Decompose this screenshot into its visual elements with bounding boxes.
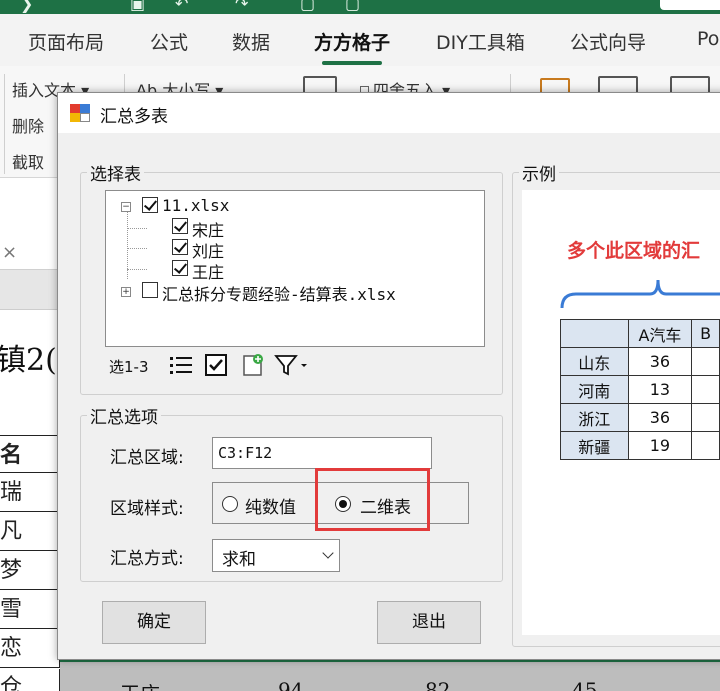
name-box[interactable]: × [0, 240, 60, 270]
add-file-icon[interactable] [240, 352, 266, 378]
range-label: 汇总区域: [110, 448, 184, 468]
quick-access-icon[interactable]: ▢ [300, 0, 315, 13]
sheet-cell[interactable]: 94 [278, 678, 303, 691]
tab-formulas[interactable]: 公式 [150, 28, 188, 55]
sheet-tree[interactable]: − 11.xlsx 宋庄 刘庄 王庄 + 汇总拆分专题经验-结算表.xlsx [105, 190, 485, 347]
search-box[interactable] [660, 0, 720, 10]
sheet-cell[interactable]: 凡 [0, 513, 60, 551]
example-cell [691, 375, 720, 404]
undo-icon[interactable]: ↶ [175, 0, 188, 13]
tab-data[interactable]: 数据 [232, 28, 270, 55]
example-cell: 36 [627, 403, 693, 432]
example-header-cell: A汽车 [627, 319, 693, 348]
chevron-down-icon [322, 547, 334, 559]
list-icon[interactable] [168, 354, 194, 376]
extract-button[interactable]: 截取 [12, 149, 44, 173]
ok-button[interactable]: 确定 [102, 601, 206, 644]
tab-power[interactable]: Po [697, 28, 719, 50]
example-header-cell [560, 319, 629, 348]
example-row-header: 河南 [560, 375, 629, 404]
tab-diy-toolbox[interactable]: DIY工具箱 [436, 28, 525, 55]
tree-item-workbook[interactable]: 汇总拆分专题经验-结算表.xlsx [162, 281, 396, 305]
example-cell [691, 347, 720, 376]
example-cell: 19 [627, 431, 693, 460]
tree-checkbox[interactable] [142, 282, 158, 298]
select-sheets-label: 选择表 [87, 160, 144, 185]
active-tab-indicator [322, 61, 382, 65]
radio-plain-values[interactable] [222, 496, 238, 512]
tab-page-layout[interactable]: 页面布局 [28, 28, 104, 55]
method-select-value: 求和 [222, 550, 256, 570]
example-row-header: 浙江 [560, 403, 629, 432]
sheet-cell[interactable]: 仓 [0, 669, 60, 691]
ribbon-separator [4, 74, 5, 174]
example-cell [691, 403, 720, 432]
delete-button[interactable]: 删除 [12, 113, 44, 137]
sheet-cell[interactable]: 82 [425, 678, 450, 691]
sheet-cell[interactable]: 王庄 [120, 678, 160, 691]
sheet-cell[interactable]: 名 [0, 435, 60, 473]
example-cell: 13 [627, 375, 693, 404]
example-row-header: 新疆 [560, 431, 629, 460]
filter-dropdown-icon[interactable] [274, 353, 314, 377]
tree-checkbox[interactable] [172, 218, 188, 234]
tree-toolbar: 选1-3 [106, 348, 484, 382]
exit-button[interactable]: 退出 [377, 601, 481, 644]
selected-row[interactable]: 王庄 94 82 45 [60, 660, 720, 691]
sheet-cell[interactable]: 梦 [0, 552, 60, 590]
tree-checkbox[interactable] [172, 260, 188, 276]
close-icon[interactable]: × [2, 242, 17, 263]
brace-icon [560, 279, 720, 309]
example-label: 示例 [519, 160, 559, 185]
example-table: A汽车 B 山东 36 河南 13 浙江 36 新疆 19 [560, 319, 720, 460]
sheet-cell[interactable]: 瑞 [0, 474, 60, 512]
dialog-title-bar[interactable]: 汇总多表 [58, 93, 720, 133]
expand-icon[interactable]: + [121, 287, 131, 297]
options-label: 汇总选项 [87, 403, 161, 428]
ribbon-tabs: 页面布局 公式 数据 方方格子 DIY工具箱 公式向导 Po [0, 14, 720, 66]
tab-fangfang-gezi[interactable]: 方方格子 [314, 28, 390, 55]
example-cell [691, 431, 720, 460]
tree-item-sheet[interactable]: 王庄 [192, 259, 224, 283]
tab-formula-wizard[interactable]: 公式向导 [570, 28, 646, 55]
check-all-icon[interactable] [204, 353, 230, 377]
example-row-header: 山东 [560, 347, 629, 376]
sheet-cell[interactable]: 恋 [0, 630, 60, 668]
sheet-cell[interactable]: 45 [572, 678, 597, 691]
tree-checkbox[interactable] [172, 239, 188, 255]
method-label: 汇总方式: [110, 549, 184, 569]
redo-icon[interactable]: ↷ [235, 0, 248, 13]
select-range-button[interactable]: 选1-3 [109, 356, 149, 377]
sheet-cell[interactable]: 雪 [0, 591, 60, 629]
tree-checkbox[interactable] [142, 197, 158, 213]
radio-plain-values-label[interactable]: 纯数值 [245, 493, 296, 518]
app-icon [70, 104, 90, 122]
tree-item-workbook[interactable]: 11.xlsx [162, 196, 229, 215]
example-heading: 多个此区域的汇 [567, 240, 701, 262]
quick-access-icon-2[interactable]: ▢ [345, 0, 360, 13]
style-label: 区域样式: [110, 499, 184, 519]
title-bar: ❯ ▣ ↶ ↷ ▢ ▢ [0, 0, 720, 14]
example-header-cell: B [691, 319, 720, 348]
sheet-title: 镇2( [0, 343, 57, 378]
dialog-title: 汇总多表 [100, 107, 168, 127]
save-icon[interactable]: ▣ [130, 0, 145, 13]
chevron-icon[interactable]: ❯ [20, 0, 33, 13]
highlight-box [315, 468, 430, 531]
collapse-icon[interactable]: − [121, 202, 131, 212]
example-cell: 36 [627, 347, 693, 376]
method-select[interactable]: 求和 [212, 539, 340, 572]
range-input[interactable]: C3:F12 [212, 437, 432, 469]
row-header [0, 270, 60, 310]
